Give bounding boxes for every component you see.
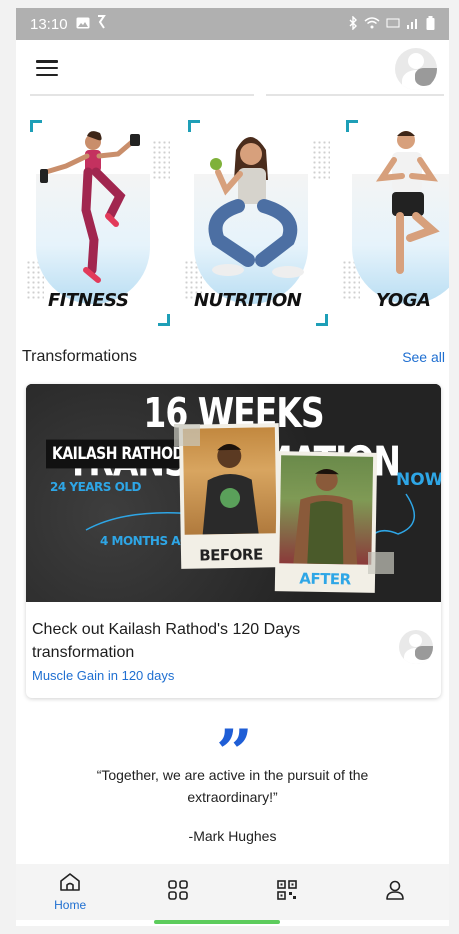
divider-left [30, 94, 254, 96]
signal-icon [406, 17, 420, 32]
quote-author: -Mark Hughes [188, 828, 277, 844]
volte-icon [386, 17, 400, 32]
app-screen: 13:10 FITNESS NUTRITION YOGA Transformat… [16, 8, 449, 926]
bluetooth-icon [348, 14, 358, 33]
top-app-bar [16, 40, 449, 96]
category-label: NUTRITION [194, 290, 302, 311]
category-card-yoga[interactable]: YOGA [342, 120, 449, 326]
author-avatar [399, 630, 433, 664]
grid-icon [167, 879, 189, 905]
after-label: AFTER [299, 569, 351, 589]
home-icon [59, 872, 81, 896]
nav-profile[interactable] [341, 879, 449, 905]
corner-decoration [158, 314, 170, 326]
divider-right [266, 94, 444, 96]
transformation-subtitle: Muscle Gain in 120 days [32, 668, 175, 683]
category-card-nutrition[interactable]: NUTRITION [184, 120, 330, 326]
quote-text: “Together, we are active in the pursuit … [96, 767, 369, 805]
corner-decoration [316, 314, 328, 326]
bottom-navigation: Home [16, 864, 449, 920]
user-icon [384, 879, 406, 905]
nav-home[interactable]: Home [16, 872, 124, 912]
transformation-title: Check out Kailash Rathod's 120 Days tran… [32, 621, 301, 661]
battery-icon [426, 15, 435, 33]
transformations-header: Transformations See all [22, 348, 445, 366]
category-label: YOGA [376, 290, 431, 311]
tape-decoration [368, 552, 394, 574]
after-photo: AFTER [274, 451, 378, 593]
quote-icon: ” [216, 716, 253, 791]
tape-decoration [174, 424, 200, 446]
nav-home-label: Home [54, 898, 87, 912]
category-card-fitness[interactable]: FITNESS [26, 120, 170, 326]
gesture-home-bar[interactable] [154, 920, 280, 924]
section-title: Transformations [22, 348, 137, 365]
notification-icon [96, 15, 106, 33]
transformation-banner-image: 16 WEEKS TRANSFORMATION KAILASH RATHOD 2… [26, 384, 441, 602]
gallery-icon [76, 16, 90, 33]
fitness-person-image [40, 131, 140, 283]
nutrition-person-image [208, 137, 304, 278]
profile-avatar[interactable] [395, 48, 437, 90]
nav-grid[interactable] [124, 879, 232, 905]
wifi-icon [364, 16, 380, 32]
yoga-person-image [375, 131, 440, 274]
category-carousel[interactable]: FITNESS NUTRITION YOGA [16, 120, 449, 330]
before-label: BEFORE [199, 545, 263, 565]
see-all-link[interactable]: See all [402, 349, 445, 365]
transformation-card[interactable]: 16 WEEKS TRANSFORMATION KAILASH RATHOD 2… [26, 384, 441, 698]
status-bar: 13:10 [16, 8, 449, 40]
menu-icon[interactable] [36, 60, 58, 76]
category-label: FITNESS [48, 290, 129, 311]
banner-now: NOW [396, 470, 441, 490]
status-time: 13:10 [30, 15, 68, 33]
nav-qr[interactable] [233, 879, 341, 905]
qr-code-icon [276, 879, 298, 905]
